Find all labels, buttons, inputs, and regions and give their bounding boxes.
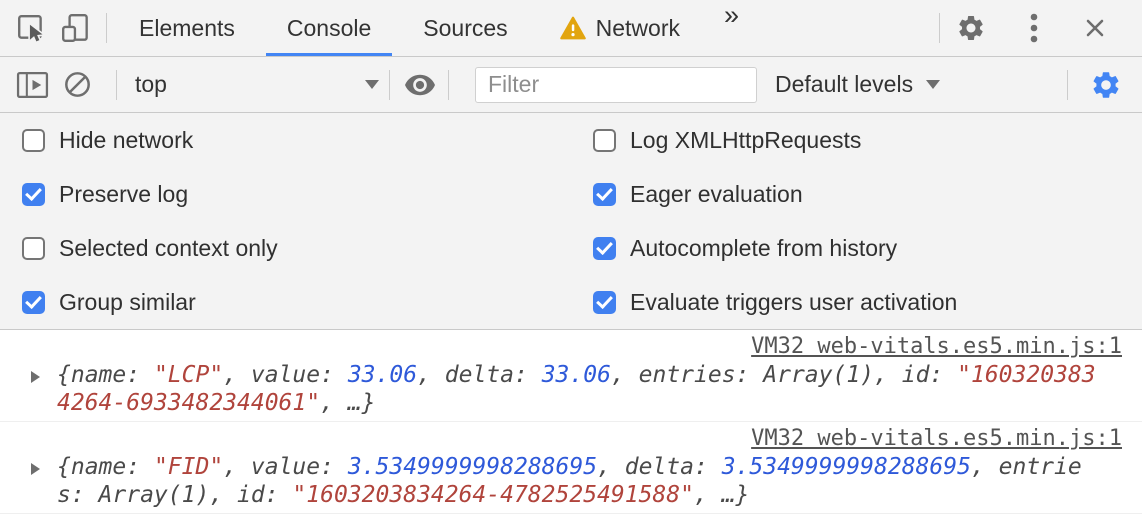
dropdown-caret-icon xyxy=(365,80,379,89)
console-log-entry: VM32 web-vitals.es5.min.js:1{name: "LCP"… xyxy=(0,330,1142,422)
eye-icon xyxy=(402,70,438,100)
devtools-settings-button[interactable] xyxy=(956,13,986,43)
tab-sources[interactable]: Sources xyxy=(397,0,533,56)
javascript-context-selector[interactable]: top xyxy=(135,71,379,98)
tab-label: Elements xyxy=(139,15,235,42)
checkbox[interactable] xyxy=(593,291,616,314)
tab-label: Network xyxy=(596,15,680,42)
setting-label: Eager evaluation xyxy=(630,181,803,208)
setting-log-xmlhttprequests[interactable]: Log XMLHttpRequests xyxy=(571,113,1142,167)
three-dots-icon xyxy=(1030,12,1038,44)
context-value: top xyxy=(135,71,167,98)
setting-label: Autocomplete from history xyxy=(630,235,897,262)
setting-label: Hide network xyxy=(59,127,193,154)
block-icon xyxy=(63,70,92,99)
console-toolbar: top Default levels xyxy=(0,57,1142,113)
separator xyxy=(116,70,117,100)
object-preview-line: 4264-6933482344061", …} xyxy=(57,389,1122,417)
devtools-window: Elements Console Sources Network » xyxy=(0,0,1142,526)
warning-icon xyxy=(560,16,586,40)
checkbox[interactable] xyxy=(593,129,616,152)
setting-label: Evaluate triggers user activation xyxy=(630,289,957,316)
panel-tabs: Elements Console Sources Network » xyxy=(113,0,757,56)
more-tabs-button[interactable]: » xyxy=(706,0,757,56)
checkbox[interactable] xyxy=(22,129,45,152)
live-expression-button[interactable] xyxy=(402,70,438,100)
expand-triangle-icon[interactable] xyxy=(31,463,40,475)
gear-icon xyxy=(1090,69,1122,101)
devtools-tabbar: Elements Console Sources Network » xyxy=(0,0,1142,57)
setting-evaluate-triggers-user-activation[interactable]: Evaluate triggers user activation xyxy=(571,275,1142,329)
setting-selected-context-only[interactable]: Selected context only xyxy=(0,221,571,275)
checkbox[interactable] xyxy=(22,183,45,206)
setting-autocomplete-from-history[interactable]: Autocomplete from history xyxy=(571,221,1142,275)
setting-group-similar[interactable]: Group similar xyxy=(0,275,571,329)
filter-input[interactable] xyxy=(475,67,757,103)
expand-triangle-icon[interactable] xyxy=(31,371,40,383)
setting-label: Preserve log xyxy=(59,181,188,208)
close-icon xyxy=(1082,15,1108,41)
tab-label: Sources xyxy=(423,15,507,42)
console-sidebar-icon xyxy=(16,69,49,100)
levels-label: Default levels xyxy=(775,71,913,98)
checkbox[interactable] xyxy=(593,183,616,206)
checkbox[interactable] xyxy=(22,237,45,260)
settings-column-left: Hide network Preserve log Selected conte… xyxy=(0,113,571,329)
tab-network[interactable]: Network xyxy=(534,0,706,56)
inspect-element-button[interactable] xyxy=(16,13,46,43)
dropdown-caret-icon xyxy=(926,80,940,89)
object-preview-line: {name: "FID", value: 3.5349999998288695,… xyxy=(57,453,1122,481)
object-preview-line: s: Array(1), id: "1603203834264-47825254… xyxy=(57,481,1122,509)
object-preview-line: {name: "LCP", value: 33.06, delta: 33.06… xyxy=(57,361,1122,389)
tab-elements[interactable]: Elements xyxy=(113,0,261,56)
setting-label: Group similar xyxy=(59,289,196,316)
setting-label: Log XMLHttpRequests xyxy=(630,127,861,154)
device-toolbar-button[interactable] xyxy=(60,12,92,44)
console-sidebar-toggle-button[interactable] xyxy=(16,69,49,100)
separator xyxy=(939,13,940,43)
checkbox[interactable] xyxy=(593,237,616,260)
log-levels-dropdown[interactable]: Default levels xyxy=(775,71,940,98)
source-link[interactable]: VM32 web-vitals.es5.min.js:1 xyxy=(57,333,1122,361)
checkbox[interactable] xyxy=(22,291,45,314)
separator xyxy=(448,70,449,100)
tab-label: Console xyxy=(287,15,371,42)
device-toolbar-icon xyxy=(60,12,92,44)
console-log: VM32 web-vitals.es5.min.js:1{name: "LCP"… xyxy=(0,330,1142,526)
setting-eager-evaluation[interactable]: Eager evaluation xyxy=(571,167,1142,221)
setting-preserve-log[interactable]: Preserve log xyxy=(0,167,571,221)
source-link[interactable]: VM32 web-vitals.es5.min.js:1 xyxy=(57,425,1122,453)
console-log-entry: VM32 web-vitals.es5.min.js:1{name: "FID"… xyxy=(0,422,1142,514)
setting-hide-network[interactable]: Hide network xyxy=(0,113,571,167)
separator xyxy=(1067,70,1068,100)
setting-label: Selected context only xyxy=(59,235,278,262)
separator xyxy=(106,13,107,43)
separator xyxy=(389,70,390,100)
console-settings-button[interactable] xyxy=(1090,69,1122,101)
inspect-cursor-icon xyxy=(16,13,46,43)
settings-column-right: Log XMLHttpRequests Eager evaluation Aut… xyxy=(571,113,1142,329)
console-settings-panel: Hide network Preserve log Selected conte… xyxy=(0,113,1142,330)
close-devtools-button[interactable] xyxy=(1082,15,1108,41)
devtools-menu-button[interactable] xyxy=(1030,12,1038,44)
gear-icon xyxy=(956,13,986,43)
clear-console-button[interactable] xyxy=(63,70,92,99)
tab-console[interactable]: Console xyxy=(261,0,397,56)
